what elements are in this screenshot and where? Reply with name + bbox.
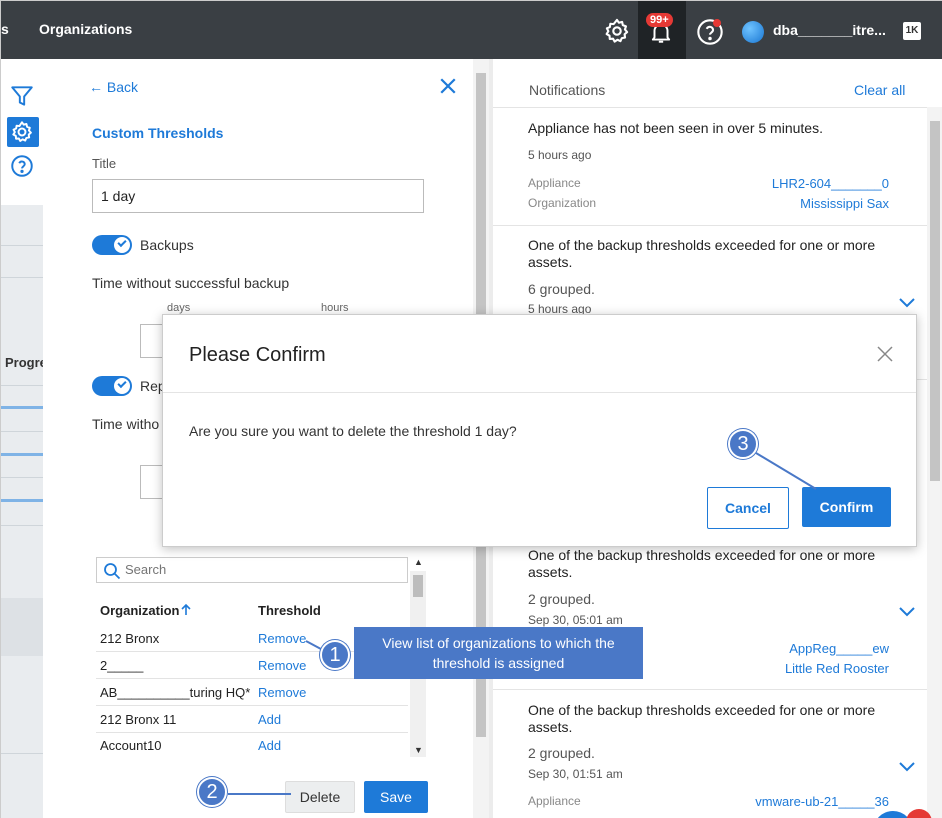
- dialog-title: Please Confirm: [189, 344, 326, 366]
- notification-time: Sep 30, 05:01 am: [528, 613, 623, 627]
- background-table-column: Progre: [1, 205, 47, 818]
- add-link[interactable]: Add: [258, 738, 281, 753]
- backups-label: Backups: [140, 237, 194, 253]
- table-row: Account10 Add: [96, 732, 408, 759]
- organization-link[interactable]: Little Red Rooster: [785, 661, 889, 676]
- notification-title: Appliance has not been seen in over 5 mi…: [528, 120, 823, 136]
- replication-toggle[interactable]: [92, 376, 132, 396]
- notification-title: One of the backup thresholds exceeded fo…: [528, 237, 876, 270]
- notifications-header: Notifications: [529, 82, 606, 98]
- notification-title: One of the backup thresholds exceeded fo…: [528, 547, 876, 580]
- days-label: days: [167, 302, 191, 314]
- notification-time: Sep 30, 01:51 am: [528, 767, 623, 781]
- org-name: 212 Bronx: [100, 631, 160, 646]
- section-title: Custom Thresholds: [92, 125, 224, 141]
- meta-key: Appliance: [528, 176, 581, 190]
- notification-card[interactable]: One of the backup thresholds exceeded fo…: [493, 690, 927, 818]
- filter-icon[interactable]: [9, 83, 35, 109]
- notification-card[interactable]: Appliance has not been seen in over 5 mi…: [493, 108, 927, 226]
- appliance-link[interactable]: AppReg_____ew: [789, 641, 889, 656]
- notification-count-badge: 99+: [646, 13, 673, 27]
- replication-time-label: Time witho: [92, 416, 160, 432]
- title-label: Title: [92, 156, 117, 171]
- page-title[interactable]: Organizations: [39, 21, 132, 37]
- help-icon[interactable]: [9, 153, 35, 179]
- left-icon-rail: [1, 59, 43, 205]
- top-bar: s Organizations 99+ dba_______itre... 1K: [1, 1, 942, 59]
- chevron-down-icon[interactable]: [899, 607, 915, 617]
- org-name: 212 Bronx 11: [100, 712, 177, 727]
- org-name: AB__________turing HQ*: [100, 685, 251, 700]
- dialog-message: Are you sure you want to delete the thre…: [189, 423, 517, 439]
- column-header-organization[interactable]: Organization: [100, 603, 179, 618]
- help-alert-dot: [713, 19, 721, 27]
- column-header-fragment: Progre: [5, 355, 47, 370]
- notification-title: One of the backup thresholds exceeded fo…: [528, 702, 876, 735]
- org-search[interactable]: [96, 557, 408, 583]
- notification-time: 5 hours ago: [528, 148, 592, 162]
- notifications-button[interactable]: 99+: [638, 1, 686, 59]
- grouped-count: 6 grouped.: [528, 281, 595, 297]
- hours-label: hours: [321, 302, 349, 314]
- cancel-button[interactable]: Cancel: [707, 487, 789, 529]
- chevron-down-icon[interactable]: [899, 298, 915, 308]
- meta-key: Appliance: [528, 794, 581, 808]
- back-label: Back: [106, 79, 139, 95]
- gear-icon[interactable]: [603, 17, 631, 45]
- grouped-count: 2 grouped.: [528, 745, 595, 761]
- save-button[interactable]: Save: [364, 781, 428, 813]
- callout-number-3: 3: [728, 429, 758, 459]
- org-name: Account10: [100, 738, 162, 753]
- remove-link[interactable]: Remove: [258, 685, 306, 700]
- title-input[interactable]: 1 day: [92, 179, 424, 213]
- back-link[interactable]: ← Back: [89, 79, 138, 95]
- table-row: 212 Bronx 11 Add: [96, 706, 408, 733]
- appliance-link[interactable]: LHR2-604_______0: [772, 176, 889, 191]
- brand-logo-icon[interactable]: 1K: [903, 22, 921, 40]
- gear-icon[interactable]: [9, 119, 35, 145]
- table-row: AB__________turing HQ* Remove: [96, 679, 408, 706]
- callout-tooltip: View list of organizations to which the …: [354, 627, 643, 679]
- callout-number-2: 2: [197, 777, 227, 807]
- callout-number-1: 1: [320, 640, 350, 670]
- remove-link[interactable]: Remove: [258, 631, 306, 646]
- backups-toggle[interactable]: [92, 235, 132, 255]
- close-icon[interactable]: [439, 77, 457, 95]
- column-header-threshold: Threshold: [258, 603, 321, 618]
- backup-time-label: Time without successful backup: [92, 275, 290, 291]
- organization-link[interactable]: Mississippi Sax: [800, 196, 889, 211]
- remove-link[interactable]: Remove: [258, 658, 306, 673]
- confirm-dialog: Please Confirm Are you sure you want to …: [162, 314, 917, 547]
- confirm-button[interactable]: Confirm: [802, 487, 891, 527]
- clear-all-link[interactable]: Clear all: [854, 82, 905, 98]
- delete-button[interactable]: Delete: [285, 781, 355, 813]
- search-input[interactable]: [125, 562, 395, 577]
- appliance-link[interactable]: vmware-ub-21_____36: [755, 794, 889, 809]
- sort-ascending-icon[interactable]: [179, 603, 193, 617]
- grouped-count: 2 grouped.: [528, 591, 595, 607]
- org-name: 2_____: [100, 658, 144, 673]
- user-name[interactable]: dba_______itre...: [773, 22, 886, 38]
- search-icon: [104, 563, 121, 580]
- add-link[interactable]: Add: [258, 712, 281, 727]
- avatar[interactable]: [742, 21, 764, 43]
- chevron-down-icon[interactable]: [899, 762, 915, 772]
- breadcrumb-fragment[interactable]: s: [1, 21, 9, 37]
- meta-key: Organization: [528, 196, 597, 210]
- close-icon[interactable]: [877, 346, 893, 362]
- notifications-scrollbar[interactable]: [927, 107, 942, 818]
